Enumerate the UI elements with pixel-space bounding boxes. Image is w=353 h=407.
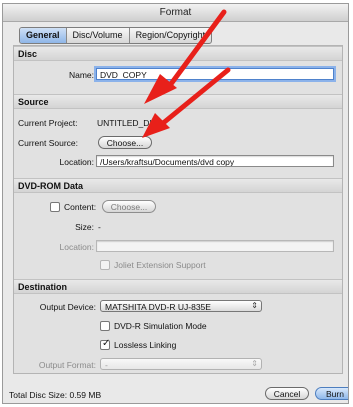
joliet-label: Joliet Extension Support <box>114 260 206 270</box>
source-location-field[interactable]: /Users/kraftsu/Documents/dvd copy <box>96 155 334 167</box>
current-source-label: Current Source: <box>18 138 78 148</box>
simulation-label: DVD-R Simulation Mode <box>114 321 207 331</box>
output-format-value: - <box>105 360 108 370</box>
format-dialog: Format General Disc/Volume Region/Copyri… <box>2 3 349 404</box>
dvdrom-section-title: DVD-ROM Data <box>18 181 84 191</box>
simulation-checkbox[interactable] <box>100 321 110 331</box>
source-section-title: Source <box>18 97 49 107</box>
total-disc-size: Total Disc Size: 0.59 MB <box>9 390 102 400</box>
output-device-value: MATSHITA DVD-R UJ-835E <box>105 302 211 312</box>
location-label: Location: <box>59 157 95 167</box>
window-title: Format <box>159 7 192 18</box>
output-format-label: Output Format: <box>38 360 96 370</box>
disc-name-input[interactable]: DVD_COPY <box>96 68 334 80</box>
checkmark-icon: ✓ <box>102 338 111 349</box>
content-checkbox[interactable] <box>50 202 60 212</box>
lossless-label: Lossless Linking <box>114 340 177 350</box>
dvdrom-location-label: Location: <box>59 242 95 252</box>
tab-region-copyright[interactable]: Region/Copyright <box>130 28 212 43</box>
burn-button[interactable]: Burn <box>315 387 348 400</box>
output-device-select[interactable]: MATSHITA DVD-R UJ-835E ⇕ <box>100 300 262 312</box>
size-value: - <box>98 222 101 232</box>
current-project-value: UNTITLED_DISC <box>97 118 164 128</box>
joliet-checkbox[interactable] <box>100 260 110 270</box>
general-panel: Disc Name: DVD_COPY Source Current Proje… <box>13 45 343 374</box>
destination-section-header: Destination <box>14 279 342 294</box>
output-format-select[interactable]: - ⇕ <box>100 358 262 370</box>
size-label: Size: <box>75 222 94 232</box>
source-choose-button[interactable]: Choose... <box>98 136 152 149</box>
source-section-header: Source <box>14 94 342 109</box>
dvdrom-location-field[interactable] <box>96 240 334 252</box>
tab-general[interactable]: General <box>20 28 67 43</box>
tab-disc-volume[interactable]: Disc/Volume <box>67 28 130 43</box>
output-device-label: Output Device: <box>39 302 96 312</box>
lossless-checkbox[interactable]: ✓ <box>100 338 111 350</box>
dvdrom-section-header: DVD-ROM Data <box>14 178 342 193</box>
disc-section-header: Disc <box>14 46 342 61</box>
disc-section-title: Disc <box>18 49 38 59</box>
select-arrows-icon: ⇕ <box>251 301 258 310</box>
content-choose-button[interactable]: Choose... <box>102 200 156 213</box>
select-arrows-icon: ⇕ <box>251 359 258 368</box>
name-label: Name: <box>68 70 94 80</box>
title-bar: Format <box>3 4 348 22</box>
destination-section-title: Destination <box>18 282 68 292</box>
cancel-button[interactable]: Cancel <box>265 387 309 400</box>
current-project-label: Current Project: <box>18 118 78 128</box>
content-label: Content: <box>64 202 97 212</box>
tab-bar: General Disc/Volume Region/Copyright <box>19 27 213 44</box>
